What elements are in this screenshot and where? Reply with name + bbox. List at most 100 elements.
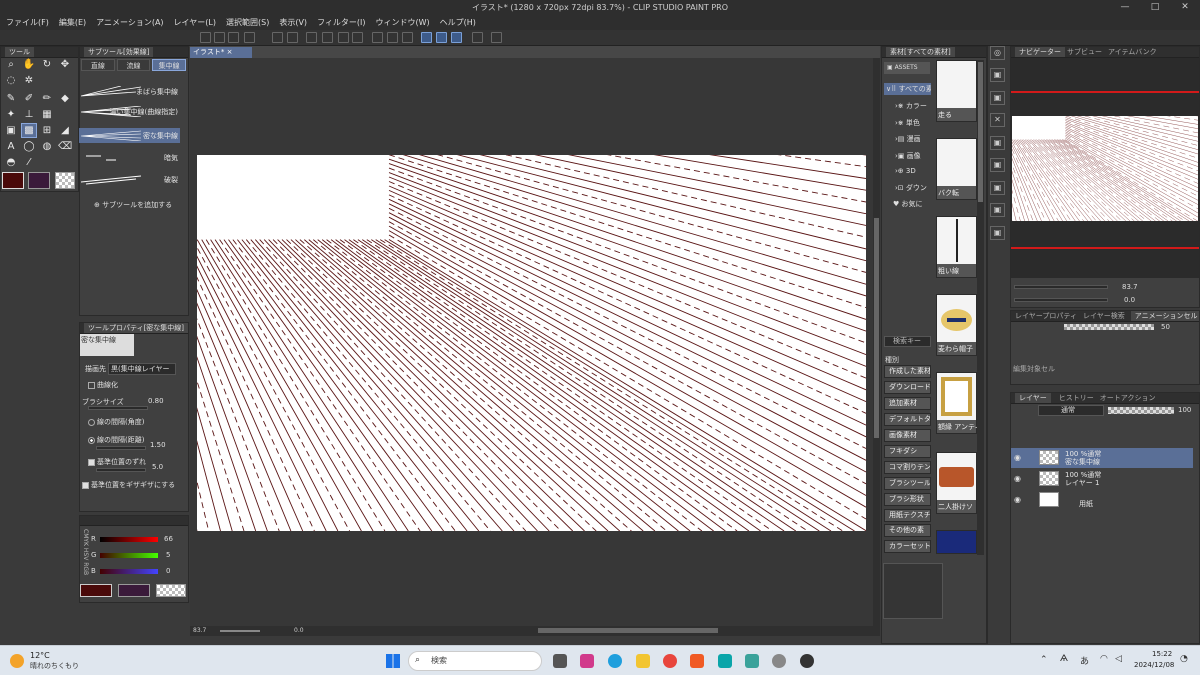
eye-icon[interactable]: ◉ bbox=[1014, 495, 1021, 504]
canvas-hscroll[interactable] bbox=[538, 628, 718, 633]
clock-date[interactable]: 2024/12/08 bbox=[1134, 661, 1174, 669]
brush-size-slider[interactable] bbox=[88, 406, 148, 410]
decoration-tool-icon[interactable]: ✦ bbox=[4, 108, 18, 121]
panel-icon[interactable]: ▣ bbox=[990, 136, 1005, 150]
asset-thumbnail[interactable]: バク転 bbox=[936, 138, 977, 200]
filter-button[interactable]: その他の素 bbox=[884, 524, 931, 537]
maximize-button[interactable]: □ bbox=[1140, 0, 1170, 15]
clip-studio-paint-icon[interactable] bbox=[800, 654, 814, 668]
blend-mode-select[interactable]: 通常 bbox=[1038, 405, 1104, 416]
correction-tool-icon[interactable]: ⌫ bbox=[58, 140, 72, 153]
export-icon[interactable] bbox=[244, 32, 255, 43]
b-value[interactable]: 0 bbox=[166, 567, 170, 575]
filter-button[interactable]: フキダシ bbox=[884, 445, 931, 458]
app-icon[interactable] bbox=[745, 654, 759, 668]
canvas-tab[interactable]: イラスト* × bbox=[190, 47, 252, 58]
offset-slider[interactable] bbox=[96, 468, 146, 472]
navigator-tab[interactable]: ナビゲーター bbox=[1015, 47, 1065, 57]
minimize-button[interactable]: — bbox=[1110, 0, 1140, 15]
filter-button[interactable]: コマ割りテン bbox=[884, 461, 931, 474]
transform-icon[interactable] bbox=[322, 32, 333, 43]
category-item[interactable]: ›⊡ ダウン bbox=[895, 183, 927, 193]
subtool-tab[interactable]: サブツール[効果線] bbox=[84, 47, 154, 57]
navigator-angle-slider[interactable] bbox=[1014, 298, 1108, 302]
eyedropper-tool-icon[interactable]: ⁄ bbox=[22, 156, 36, 169]
canvas-zoom-slider[interactable] bbox=[220, 630, 260, 632]
copilot-icon[interactable] bbox=[580, 654, 594, 668]
ruler-tool-icon[interactable]: ◢ bbox=[58, 124, 72, 137]
sub-color-swatch[interactable] bbox=[28, 172, 50, 189]
notification-icon[interactable]: ◔ bbox=[1180, 654, 1188, 664]
asset-search-input[interactable]: 検索キー bbox=[884, 336, 931, 347]
navigator-zoom-value[interactable]: 83.7 bbox=[1122, 283, 1138, 291]
color-mode-tabs[interactable]: CMYK HSV RGB bbox=[81, 529, 89, 581]
subtool-item[interactable]: 濃い集中線(曲線指定) bbox=[79, 104, 180, 119]
assets-tab[interactable]: 素材[すべての素材] bbox=[886, 47, 955, 57]
pencil-tool-icon[interactable]: ✏ bbox=[40, 92, 54, 105]
offset-checkbox[interactable] bbox=[88, 458, 95, 466]
subtool-tab-straight[interactable]: 直線 bbox=[81, 59, 115, 71]
category-item[interactable]: ›⊕ 3D bbox=[895, 167, 916, 175]
subtool-tab-flow[interactable]: 流線 bbox=[116, 59, 151, 71]
asset-thumbnail[interactable]: 走る bbox=[936, 60, 977, 122]
stamp-tool-icon[interactable]: ⊥ bbox=[22, 108, 36, 121]
snap-grid-icon[interactable] bbox=[451, 32, 462, 43]
undo-icon[interactable] bbox=[272, 32, 283, 43]
subview-tab[interactable]: サブビュー bbox=[1067, 48, 1102, 56]
asset-scrollbar[interactable] bbox=[977, 60, 984, 555]
interval-angle-radio[interactable] bbox=[88, 418, 95, 426]
layer-row[interactable]: ◉ 用紙 bbox=[1011, 490, 1193, 510]
subtool-tab-focus[interactable]: 集中線 bbox=[152, 59, 187, 71]
r-slider[interactable] bbox=[100, 537, 158, 542]
tool-property-tab[interactable]: ツールプロパティ[密な集中線] bbox=[84, 323, 188, 333]
assets-button[interactable]: ▣ ASSETS bbox=[884, 62, 930, 74]
category-item[interactable]: ›▤ 漫画 bbox=[895, 134, 921, 144]
new-icon[interactable] bbox=[200, 32, 211, 43]
layer-opacity-slider[interactable] bbox=[1108, 407, 1174, 414]
menu-filter[interactable]: フィルター(I) bbox=[317, 17, 365, 28]
target-select[interactable]: 黒(集中線レイヤー bbox=[108, 363, 176, 375]
category-item[interactable]: ›⋇ カラー bbox=[895, 101, 927, 111]
itembank-tab[interactable]: アイテムバンク bbox=[1108, 48, 1157, 56]
canvas-vscroll[interactable] bbox=[873, 58, 880, 626]
panel-icon[interactable]: ▣ bbox=[990, 203, 1005, 217]
b-slider[interactable] bbox=[100, 569, 158, 574]
filter-button[interactable]: 用紙テクスチ bbox=[884, 509, 931, 522]
gradient-tool-icon[interactable]: ▣ bbox=[4, 124, 18, 137]
tray-icon[interactable]: Ѧ bbox=[1060, 654, 1068, 664]
filter-button[interactable]: カラーセット bbox=[884, 540, 931, 553]
start-icon[interactable] bbox=[386, 654, 400, 668]
favorites-item[interactable]: ♥ お気に bbox=[893, 199, 923, 209]
fill-tool-icon[interactable]: ◓ bbox=[4, 156, 18, 169]
r-value[interactable]: 66 bbox=[164, 535, 173, 543]
layer-opacity-value[interactable]: 100 bbox=[1178, 406, 1191, 414]
clock-time[interactable]: 15:22 bbox=[1152, 650, 1172, 658]
brush-tool-icon[interactable]: ✐ bbox=[22, 92, 36, 105]
device-icon[interactable] bbox=[472, 32, 483, 43]
balloon-tool-icon[interactable]: ◯ bbox=[22, 140, 36, 153]
interval-distance-slider[interactable] bbox=[96, 446, 146, 450]
clear-icon[interactable] bbox=[306, 32, 317, 43]
subtool-item[interactable]: まばら集中線 bbox=[79, 84, 180, 99]
clip-studio-icon[interactable] bbox=[772, 654, 786, 668]
grid-tool-icon[interactable]: ▦ bbox=[40, 108, 54, 121]
color-transparent-chip[interactable] bbox=[156, 584, 186, 597]
zoom-tool-icon[interactable]: ⌕ bbox=[4, 58, 18, 71]
color-sub-chip[interactable] bbox=[118, 584, 150, 597]
taskbar-search[interactable]: 検索 bbox=[408, 651, 542, 671]
menu-window[interactable]: ウィンドウ(W) bbox=[376, 17, 430, 28]
navigator-zoom-slider[interactable] bbox=[1014, 285, 1108, 289]
menu-edit[interactable]: 編集(E) bbox=[59, 17, 86, 28]
filter-button[interactable]: 画像素材 bbox=[884, 429, 931, 442]
cel-opacity-slider[interactable] bbox=[1064, 324, 1154, 330]
panel-icon[interactable]: ▣ bbox=[990, 68, 1005, 82]
add-subtool-button[interactable]: ⊕ サブツールを追加する bbox=[94, 200, 172, 210]
filter-button[interactable]: 追加素材 bbox=[884, 397, 931, 410]
navigator-icon[interactable]: ◎ bbox=[990, 46, 1005, 60]
frame-tool-icon[interactable]: ⊞ bbox=[40, 124, 54, 137]
eye-icon[interactable]: ◉ bbox=[1014, 474, 1021, 483]
layer-property-tab[interactable]: レイヤープロパティ bbox=[1015, 312, 1077, 320]
deselect-icon[interactable] bbox=[387, 32, 398, 43]
move-tool-icon[interactable]: ✥ bbox=[58, 58, 72, 71]
transparent-swatch[interactable] bbox=[55, 172, 75, 189]
